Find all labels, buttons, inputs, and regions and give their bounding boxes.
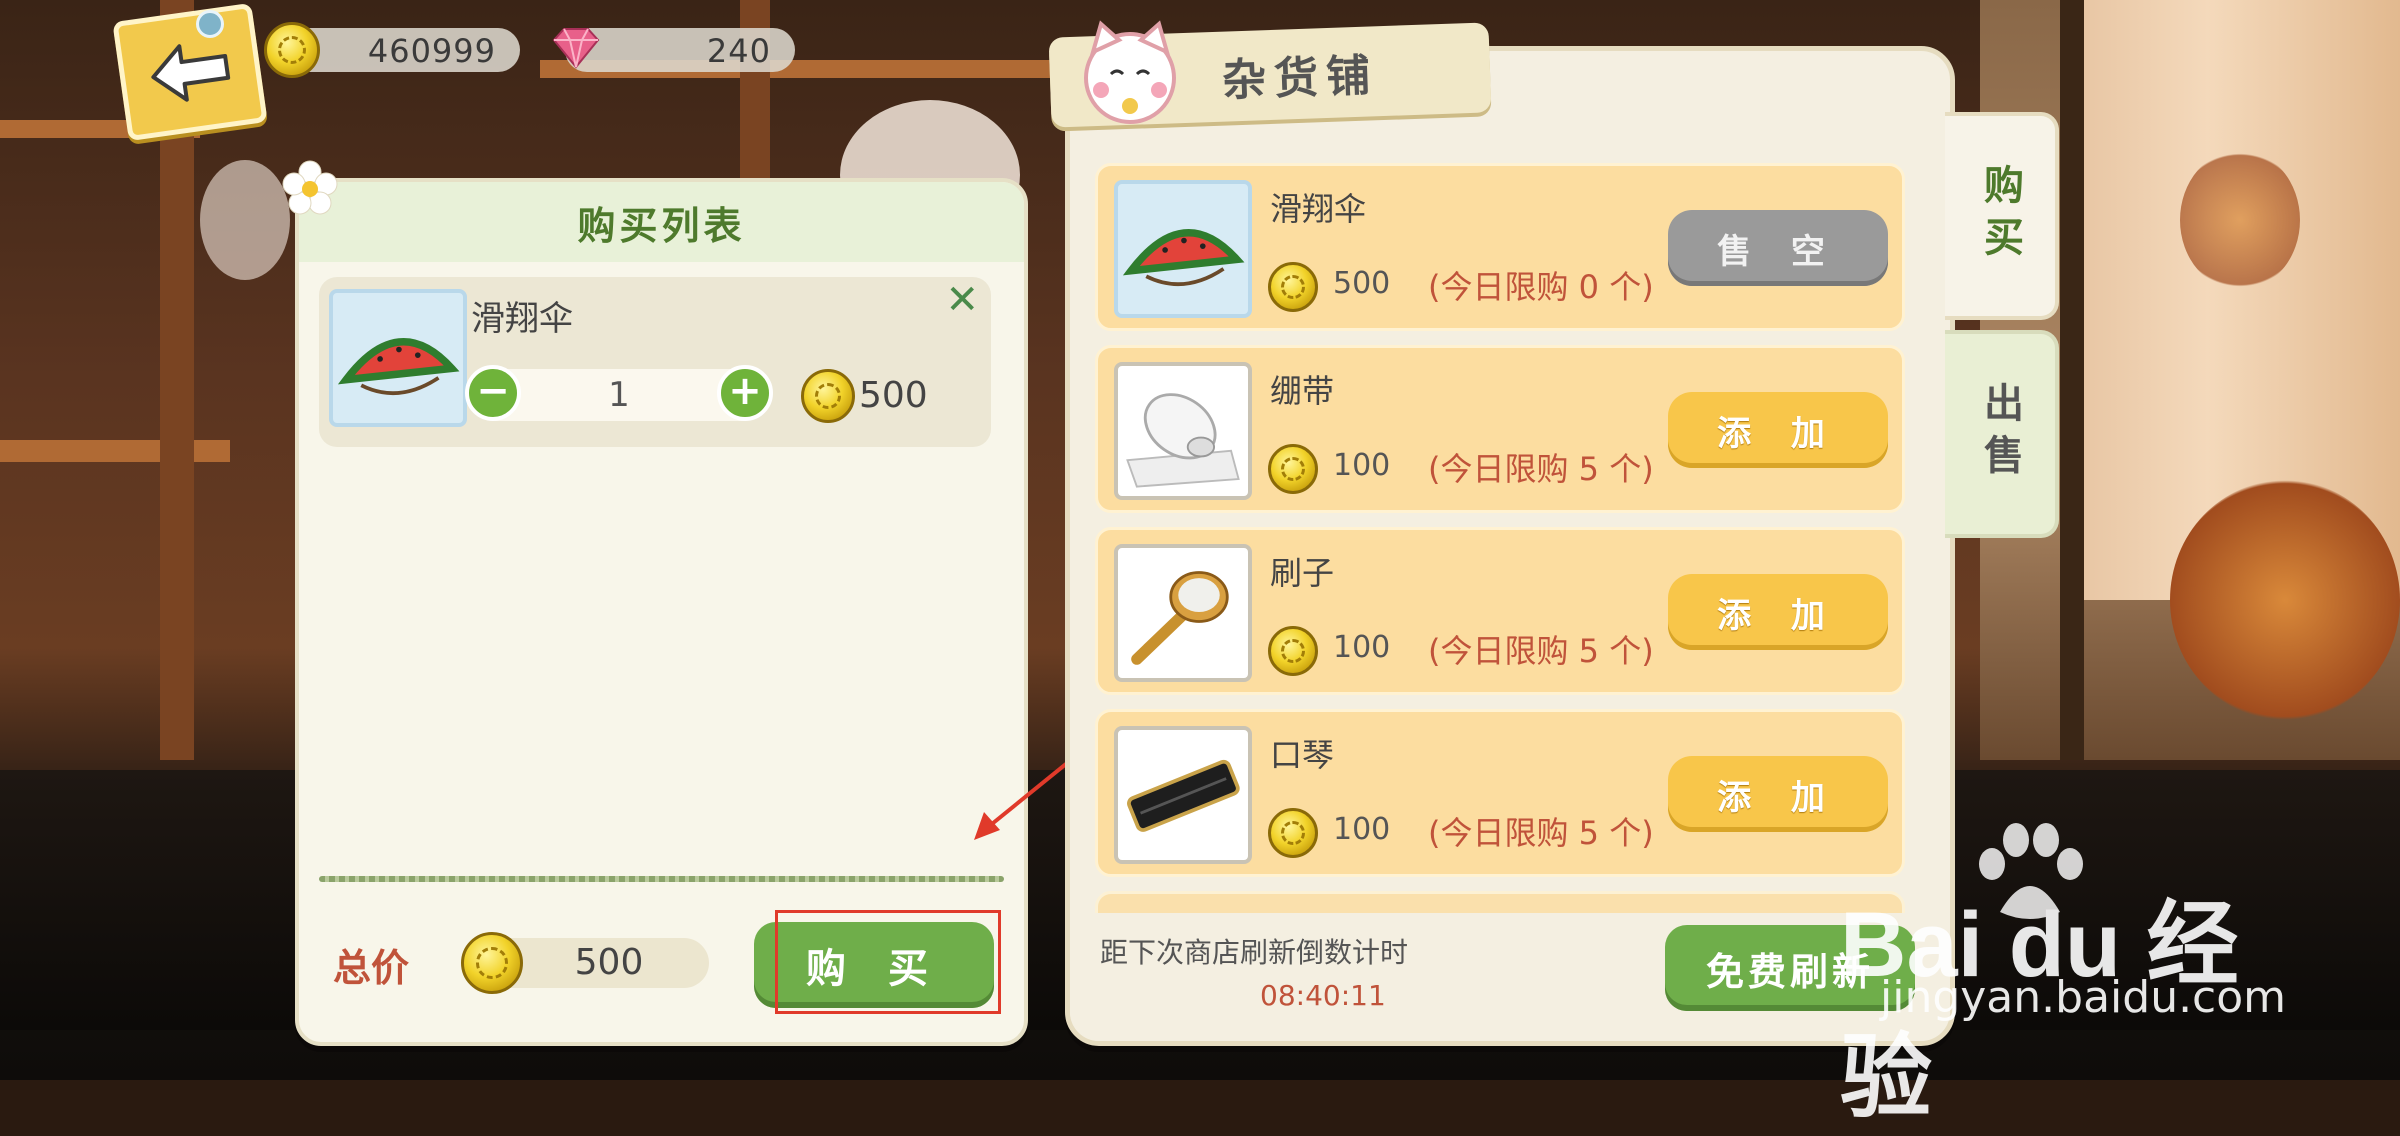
shop-item-limit: (今日限购 5 个) bbox=[1428, 450, 1654, 488]
shop-item-limit: (今日限购 5 个) bbox=[1428, 632, 1654, 670]
add-button[interactable]: 添 加 bbox=[1668, 574, 1888, 650]
back-arrow-icon bbox=[151, 44, 231, 102]
highlight-box bbox=[775, 910, 1001, 1014]
cart-item-name: 滑翔伞 bbox=[471, 299, 573, 339]
coin-icon bbox=[1268, 262, 1318, 312]
pin-icon bbox=[196, 10, 224, 38]
shop-item-limit: (今日限购 0 个) bbox=[1428, 268, 1654, 306]
total-label: 总价 bbox=[333, 946, 410, 990]
shop-item: 滑翔伞 500 (今日限购 0 个) 售 空 bbox=[1095, 163, 1905, 331]
cart-title: 购买列表 bbox=[299, 182, 1024, 262]
add-button[interactable]: 添 加 bbox=[1668, 392, 1888, 468]
shop-item-price: 500 bbox=[1333, 266, 1391, 301]
gem-balance-value: 240 bbox=[706, 32, 771, 70]
shop-item-name: 口琴 bbox=[1270, 736, 1335, 774]
gem-icon bbox=[552, 28, 600, 69]
coin-icon bbox=[461, 932, 523, 994]
harmonica-icon bbox=[1127, 759, 1240, 832]
shop-item-thumbnail bbox=[1114, 726, 1252, 864]
coin-balance-value: 460999 bbox=[367, 32, 496, 70]
shop-item-limit: (今日限购 5 个) bbox=[1428, 814, 1654, 852]
coin-icon bbox=[264, 22, 320, 78]
refresh-label: 距下次商店刷新倒数计时 bbox=[1100, 936, 1409, 969]
remove-icon[interactable]: ✕ bbox=[945, 277, 979, 323]
glider-icon bbox=[337, 337, 460, 396]
shop-item: 口琴 100 (今日限购 5 个) 添 加 bbox=[1095, 709, 1905, 877]
cart-item-price: 500 bbox=[859, 375, 928, 416]
quantity-stepper: − 1 + bbox=[465, 365, 773, 421]
shop-item-name: 绷带 bbox=[1270, 372, 1335, 410]
shop-panel: 滑翔伞 500 (今日限购 0 个) 售 空 绷带 100 (今日限购 5 个)… bbox=[1065, 46, 1955, 1046]
shop-item-thumbnail bbox=[1114, 362, 1252, 500]
shop-item: 刷子 100 (今日限购 5 个) 添 加 bbox=[1095, 527, 1905, 695]
watermark: Bai du 经验 jingyan.baidu.com bbox=[1840, 820, 2286, 1129]
tab-buy[interactable]: 购买 bbox=[1945, 112, 2059, 320]
glider-icon bbox=[1122, 228, 1245, 287]
coin-icon bbox=[801, 369, 855, 423]
cart-item-thumbnail bbox=[329, 289, 467, 427]
plus-button[interactable]: + bbox=[717, 365, 773, 421]
brush-icon bbox=[1131, 571, 1229, 665]
refresh-timer: 08:40:11 bbox=[1260, 979, 1386, 1012]
tab-sell[interactable]: 出售 bbox=[1945, 330, 2059, 538]
shop-item-price: 100 bbox=[1333, 630, 1391, 665]
divider bbox=[319, 876, 1004, 882]
lucky-cat-icon bbox=[1084, 20, 1176, 124]
coin-icon bbox=[1268, 808, 1318, 858]
coin-icon bbox=[1268, 626, 1318, 676]
coin-icon bbox=[1268, 444, 1318, 494]
shop-item-name: 刷子 bbox=[1270, 554, 1335, 592]
bandage-icon bbox=[1126, 393, 1240, 488]
shop-item: 绷带 100 (今日限购 5 个) 添 加 bbox=[1095, 345, 1905, 513]
flower-icon bbox=[282, 160, 338, 215]
shop-item-thumbnail bbox=[1114, 544, 1252, 682]
shop-item-name: 滑翔伞 bbox=[1270, 190, 1367, 228]
watermark-url: jingyan.baidu.com bbox=[1880, 972, 2287, 1023]
sold-out-button[interactable]: 售 空 bbox=[1668, 210, 1888, 286]
shop-item-price: 100 bbox=[1333, 812, 1391, 847]
shop-item-price: 100 bbox=[1333, 448, 1391, 483]
cart-item: 滑翔伞 ✕ − 1 + 500 bbox=[319, 277, 991, 447]
back-button[interactable] bbox=[112, 2, 268, 142]
shop-item-thumbnail bbox=[1114, 180, 1252, 318]
